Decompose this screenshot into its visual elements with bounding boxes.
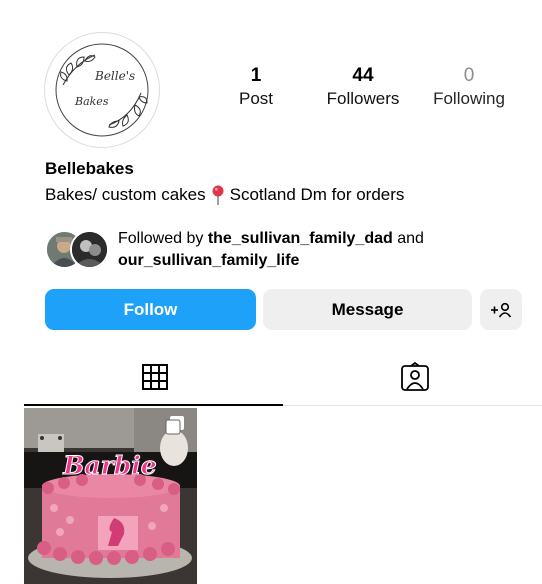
belles-bakes-logo <box>55 43 149 137</box>
posts-label: Post <box>238 89 274 108</box>
suggested-accounts-button[interactable] <box>480 289 522 330</box>
bio-text-start: Bakes/ custom cakes <box>45 185 206 204</box>
active-tab-indicator <box>24 404 283 406</box>
followed-by-text: Followed by the_sullivan_family_dad and … <box>118 228 518 272</box>
followed-by-avatars[interactable] <box>45 229 111 269</box>
followers-stat[interactable]: 44 Followers <box>318 64 408 110</box>
following-stat[interactable]: 0 Following <box>424 64 514 110</box>
bio-text-end: Scotland Dm for orders <box>229 185 405 204</box>
followed-by-conjunction: and <box>397 230 424 247</box>
logo-text-line1: Belle's <box>95 69 136 83</box>
profile-avatar[interactable]: Belle's Bakes <box>44 32 160 148</box>
followed-by-user-2[interactable]: our_sullivan_family_life <box>118 252 299 269</box>
post-thumbnail[interactable]: Barbie <box>24 408 197 584</box>
posts-stat: 1 Post <box>226 64 286 110</box>
round-pushpin-icon <box>212 185 224 205</box>
followed-by-prefix: Followed by <box>118 230 204 247</box>
tab-tagged[interactable] <box>400 361 430 392</box>
follow-button[interactable]: Follow <box>45 289 256 330</box>
following-count: 0 <box>463 65 475 86</box>
add-person-icon <box>491 302 512 317</box>
profile-username: Bellebakes <box>45 159 134 178</box>
followers-count: 44 <box>352 65 374 86</box>
multiple-images-icon <box>165 416 184 435</box>
tab-posts-grid[interactable] <box>140 362 170 392</box>
profile-bio: Bakes/ custom cakes Scotland Dm for orde… <box>45 184 404 206</box>
followed-by-user-1[interactable]: the_sullivan_family_dad <box>208 230 393 247</box>
posts-count: 1 <box>250 65 262 86</box>
followers-label: Followers <box>326 89 400 108</box>
cake-topper-text: Barbie <box>62 451 156 480</box>
tagged-person-icon <box>401 361 429 391</box>
message-button[interactable]: Message <box>263 289 472 330</box>
grid-icon <box>142 364 168 390</box>
logo-text-line2: Bakes <box>75 95 109 108</box>
following-label: Following <box>433 89 505 108</box>
follower-avatar-2 <box>70 230 109 269</box>
